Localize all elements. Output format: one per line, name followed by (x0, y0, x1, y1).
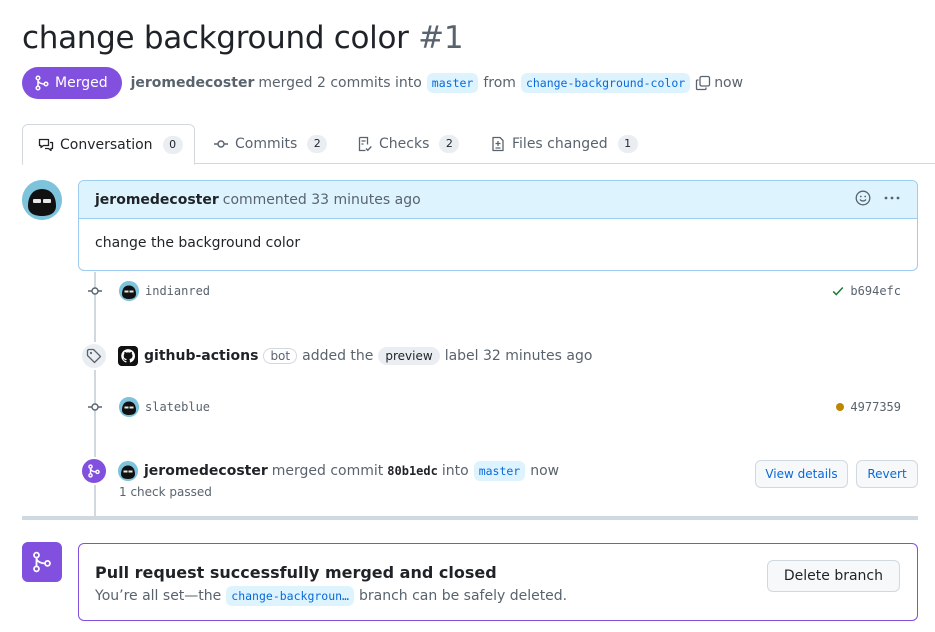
tab-checks-count: 2 (439, 135, 460, 153)
timeline-divider (22, 516, 918, 520)
label-action-text: added the (302, 348, 374, 364)
merge-time: now (530, 463, 560, 479)
base-branch[interactable]: master (426, 73, 479, 93)
file-diff-icon (492, 136, 504, 152)
commit-sha[interactable]: b694efc (831, 284, 901, 298)
head-branch[interactable]: change-background-color (520, 73, 691, 93)
label-preview[interactable]: preview (378, 347, 440, 365)
git-commit-icon (80, 399, 110, 415)
commit-sha-text: 4977359 (850, 400, 901, 414)
merge-commit-sha-link[interactable]: 80b1edc (387, 464, 438, 478)
comment-header: jeromedecoster commented 33 minutes ago (79, 181, 917, 219)
tab-commits-count: 2 (307, 135, 328, 153)
avatar[interactable] (22, 180, 62, 220)
merged-desc-prefix: You’re all set—the (95, 588, 222, 604)
tag-icon (80, 342, 108, 370)
merged-state-label: Merged (55, 75, 108, 91)
tab-files-changed-label: Files changed (512, 136, 608, 152)
comment-author-link[interactable]: jeromedecoster (95, 192, 219, 208)
delete-branch-button[interactable]: Delete branch (766, 560, 900, 592)
timeline-commit: slateblue 4977359 (80, 397, 918, 417)
pr-title-text: change background color (22, 20, 409, 56)
kebab-horizontal-icon[interactable] (883, 190, 901, 210)
tab-checks[interactable]: Checks 2 (349, 124, 467, 164)
pr-title: change background color #1 (22, 20, 464, 56)
smiley-icon[interactable] (855, 190, 871, 210)
bot-badge: bot (263, 348, 298, 364)
checks-passed-text[interactable]: 1 check passed (119, 485, 212, 499)
git-merge-icon (80, 457, 108, 485)
comment-body: change the background color (95, 235, 301, 251)
merged-desc-suffix: branch can be safely deleted. (358, 588, 568, 604)
git-merge-icon (35, 75, 49, 91)
comment-meta: commented 33 minutes ago (222, 191, 421, 208)
tab-files-changed-count: 1 (617, 135, 638, 153)
timeline-label-event: github-actions bot added the preview lab… (80, 342, 918, 370)
timeline-commit: indianred b694efc (80, 281, 918, 301)
git-commit-icon (214, 140, 228, 148)
check-icon (833, 286, 844, 296)
from-text: from (483, 75, 516, 91)
merged-description: You’re all set—the change-backgroun… bra… (95, 586, 567, 606)
comment-box: jeromedecoster commented 33 minutes ago … (78, 180, 918, 271)
revert-button[interactable]: Revert (856, 460, 918, 488)
merged-branch[interactable]: change-backgroun… (226, 586, 354, 606)
merged-state-badge: Merged (22, 67, 122, 99)
commit-message-link[interactable]: slateblue (145, 400, 210, 414)
commit-sha[interactable]: 4977359 (835, 400, 901, 414)
tab-conversation-count: 0 (162, 135, 183, 154)
merge-into-text: into (441, 463, 469, 479)
tab-commits[interactable]: Commits 2 (205, 124, 335, 164)
actor-link[interactable]: jeromedecoster (144, 463, 268, 479)
checklist-icon (358, 136, 372, 152)
actor-link[interactable]: github-actions (144, 348, 258, 364)
tab-conversation[interactable]: Conversation 0 (22, 124, 195, 165)
pr-author-link[interactable]: jeromedecoster (131, 75, 255, 91)
avatar[interactable] (118, 461, 138, 481)
pr-action-text: merged 2 commits into (258, 75, 422, 91)
tab-commits-label: Commits (235, 136, 298, 152)
tab-conversation-label: Conversation (60, 136, 153, 153)
git-commit-icon (80, 283, 110, 299)
pr-number: #1 (418, 20, 464, 56)
copy-icon[interactable] (695, 75, 711, 91)
tab-checks-label: Checks (379, 136, 430, 152)
pr-meta: Merged jeromedecoster merged 2 commits i… (22, 67, 743, 99)
comment-discussion-icon (38, 138, 54, 151)
git-merge-icon (22, 542, 62, 582)
commit-message-link[interactable]: indianred (145, 284, 210, 298)
avatar[interactable] (119, 281, 139, 301)
github-logo-avatar[interactable] (118, 346, 138, 366)
label-suffix-text: label 32 minutes ago (444, 348, 593, 364)
pending-dot-icon (836, 403, 845, 411)
merged-title: Pull request successfully merged and clo… (95, 563, 497, 582)
commit-sha-text: b694efc (850, 284, 901, 298)
tab-files-changed[interactable]: Files changed 1 (482, 124, 646, 164)
merge-action-text: merged commit (271, 463, 384, 479)
avatar[interactable] (119, 397, 139, 417)
view-details-button[interactable]: View details (755, 460, 848, 488)
pr-tabs: Conversation 0 Commits 2 Checks 2 Files … (22, 124, 935, 165)
pr-time: now (714, 75, 744, 91)
merge-target-branch[interactable]: master (473, 461, 526, 481)
merged-status-box: Pull request successfully merged and clo… (78, 543, 918, 621)
